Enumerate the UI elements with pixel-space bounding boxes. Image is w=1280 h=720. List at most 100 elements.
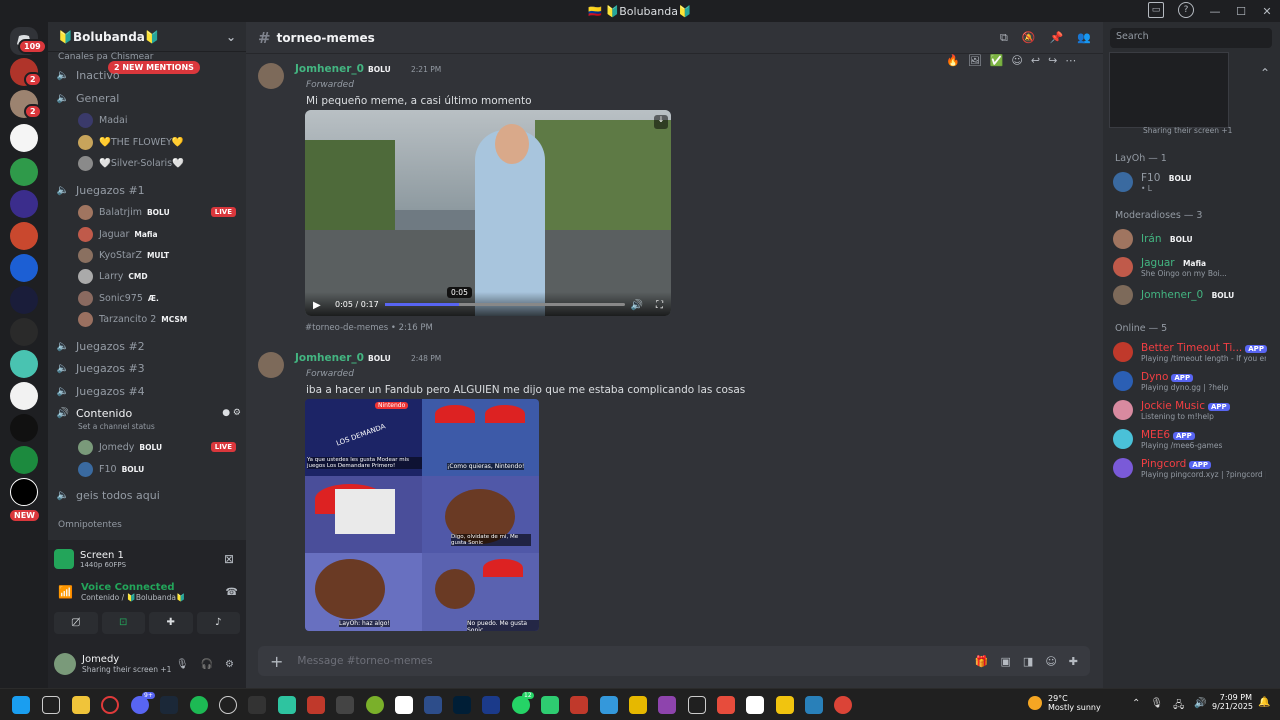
notification-icon[interactable]: 🔔 — [1258, 697, 1270, 708]
server-icon[interactable] — [10, 350, 38, 378]
bell-off-icon[interactable]: 🔕 — [1022, 31, 1036, 45]
pin-icon[interactable]: 📌 — [1050, 31, 1064, 45]
video-player[interactable]: ↓ ▶ 0:05 / 0:17 0:05 🔊 ⛶ — [305, 110, 671, 316]
voice-channel-general[interactable]: 🔈 General — [56, 88, 241, 108]
notepad-icon[interactable] — [746, 696, 764, 714]
windows-start-icon[interactable] — [12, 696, 30, 714]
server-icon[interactable] — [10, 382, 38, 410]
emoji-icon[interactable]: ☺ — [1045, 655, 1056, 668]
app-icon[interactable] — [776, 696, 794, 714]
download-icon[interactable]: ↓ — [654, 115, 668, 129]
task-view-icon[interactable] — [42, 696, 60, 714]
message-author[interactable]: Jomhener_0 — [295, 63, 364, 75]
voice-channel-inactivo[interactable]: 🔈 Inactivo — [56, 65, 241, 85]
app-icon[interactable] — [805, 696, 823, 714]
collapse-icon[interactable]: ⌃ — [1260, 66, 1270, 80]
opera-icon[interactable] — [101, 696, 119, 714]
voice-channel-juegazos-2[interactable]: 🔈 Juegazos #2 — [56, 336, 241, 356]
member-item[interactable]: Jockie Music APP Listening to m!help — [1113, 396, 1273, 424]
voice-user[interactable]: Jaguar Mafia — [78, 225, 158, 243]
app-icon[interactable] — [482, 696, 500, 714]
voice-user[interactable]: 💛THE FLOWEY💛 — [78, 133, 184, 151]
member-item[interactable]: F10 BOLU • L — [1113, 168, 1273, 196]
add-attachment-icon[interactable]: + — [270, 652, 283, 671]
server-icon[interactable] — [10, 158, 38, 186]
volume-icon[interactable]: 🔊 — [631, 300, 643, 311]
screen-icon[interactable]: ▭ — [1148, 2, 1164, 18]
chevron-up-icon[interactable]: ⌃ — [1132, 698, 1140, 715]
app-icon[interactable] — [424, 696, 442, 714]
app-icon[interactable] — [366, 696, 384, 714]
app-icon[interactable] — [307, 696, 325, 714]
voice-channel-geis[interactable]: 🔈 geis todos aqui — [56, 485, 241, 505]
spotify-icon[interactable] — [190, 696, 208, 714]
voice-channel-juegazos-3[interactable]: 🔈 Juegazos #3 — [56, 358, 241, 378]
camera-off-icon[interactable]: ▢̸ — [54, 612, 98, 634]
check-reaction-icon[interactable]: ✅ — [990, 54, 1004, 67]
member-item[interactable]: Pingcord APP Playing pingcord.xyz | ?pingc… — [1113, 454, 1273, 482]
reply-icon[interactable]: ↩ — [1031, 54, 1040, 67]
video-progress[interactable] — [385, 303, 625, 306]
app-icon[interactable] — [395, 696, 413, 714]
voice-channel-contenido[interactable]: 🔊 Contenido ● ⚙ — [56, 403, 241, 423]
apps-icon[interactable]: ✚ — [1069, 655, 1078, 668]
forward-source[interactable]: #torneo-de-memes • 2:16 PM — [305, 323, 433, 333]
app-icon[interactable] — [219, 696, 237, 714]
message-author[interactable]: Jomhener_0 — [295, 352, 364, 364]
server-icon[interactable] — [10, 190, 38, 218]
channel-settings-icon[interactable]: ● ⚙ — [222, 408, 241, 418]
clock[interactable]: 7:09 PM 9/21/2025 — [1212, 693, 1253, 711]
settings-icon[interactable] — [688, 696, 706, 714]
help-icon[interactable]: ? — [1178, 2, 1194, 18]
voice-channel-juegazos-1[interactable]: 🔈 Juegazos #1 — [56, 180, 241, 200]
member-item[interactable]: MEE6 APP Playing /mee6-games — [1113, 425, 1273, 453]
add-reaction-icon[interactable]: ☺ — [1011, 54, 1022, 67]
server-icon[interactable] — [10, 222, 38, 250]
weather-widget[interactable]: 29°C Mostly sunny — [1028, 694, 1101, 712]
message-input[interactable]: Message #torneo-memes — [297, 655, 432, 667]
members-icon[interactable]: 👥 — [1077, 31, 1091, 45]
member-item[interactable]: Jomhener_0 BOLU — [1113, 281, 1273, 309]
user-info[interactable]: Jomedy Sharing their screen +1 🎙 🎧 ⚙ — [54, 650, 240, 678]
steam-icon[interactable] — [160, 696, 178, 714]
app-icon[interactable] — [248, 696, 266, 714]
server-icon[interactable] — [10, 414, 38, 442]
server-icon[interactable] — [10, 478, 38, 506]
search-input[interactable]: Search — [1110, 28, 1272, 48]
voice-connected-panel[interactable]: 📶 Voice Connected Contenido / 🔰Bolubanda🔰… — [58, 582, 238, 602]
minimize-button[interactable]: — — [1202, 5, 1228, 18]
app-icon[interactable] — [336, 696, 354, 714]
volume-icon[interactable]: 🔊 — [1194, 698, 1206, 715]
voice-user[interactable]: Larry CMD — [78, 267, 148, 285]
avatar[interactable] — [258, 352, 284, 378]
voice-user[interactable]: Jomedy BOLU — [78, 438, 162, 456]
play-icon[interactable]: ▶ — [313, 300, 321, 311]
microphone-icon[interactable]: 🎙 — [1150, 698, 1163, 715]
more-icon[interactable]: ⋯ — [1065, 54, 1076, 67]
avatar[interactable] — [258, 63, 284, 89]
headphones-icon[interactable]: 🎧 — [201, 659, 213, 670]
animate-icon[interactable] — [453, 696, 471, 714]
stream-preview[interactable] — [1109, 52, 1229, 128]
voice-user[interactable]: KyoStarZ MULT — [78, 246, 169, 264]
network-icon[interactable]: 🖧 — [1173, 698, 1184, 715]
voice-user[interactable]: 🤍Silver-Solaris🤍 — [78, 154, 184, 172]
threads-icon[interactable]: ⧉ — [1000, 31, 1008, 45]
app-icon[interactable] — [278, 696, 296, 714]
sticker-icon[interactable]: ◨ — [1023, 655, 1033, 668]
maximize-button[interactable]: ☐ — [1228, 5, 1254, 18]
app-icon[interactable] — [541, 696, 559, 714]
microphone-icon[interactable]: 🎙 — [176, 659, 189, 670]
screen-share-button[interactable]: ⊡ — [101, 612, 145, 634]
app-icon[interactable] — [600, 696, 618, 714]
disconnect-icon[interactable]: ☎ — [226, 587, 238, 598]
category-header[interactable]: Omnipotentes — [58, 520, 122, 530]
app-icon[interactable] — [717, 696, 735, 714]
voice-user[interactable]: F10 BOLU — [78, 460, 144, 478]
channel-status[interactable]: Set a channel status — [78, 422, 155, 431]
app-icon[interactable] — [570, 696, 588, 714]
stream-panel[interactable]: Screen 1 1440p 60FPS ⊠ — [54, 546, 242, 572]
voice-user[interactable]: Tarzancito 2 MCSM — [78, 310, 187, 328]
app-icon[interactable] — [629, 696, 647, 714]
soundboard-icon[interactable]: ♪ — [196, 612, 240, 634]
